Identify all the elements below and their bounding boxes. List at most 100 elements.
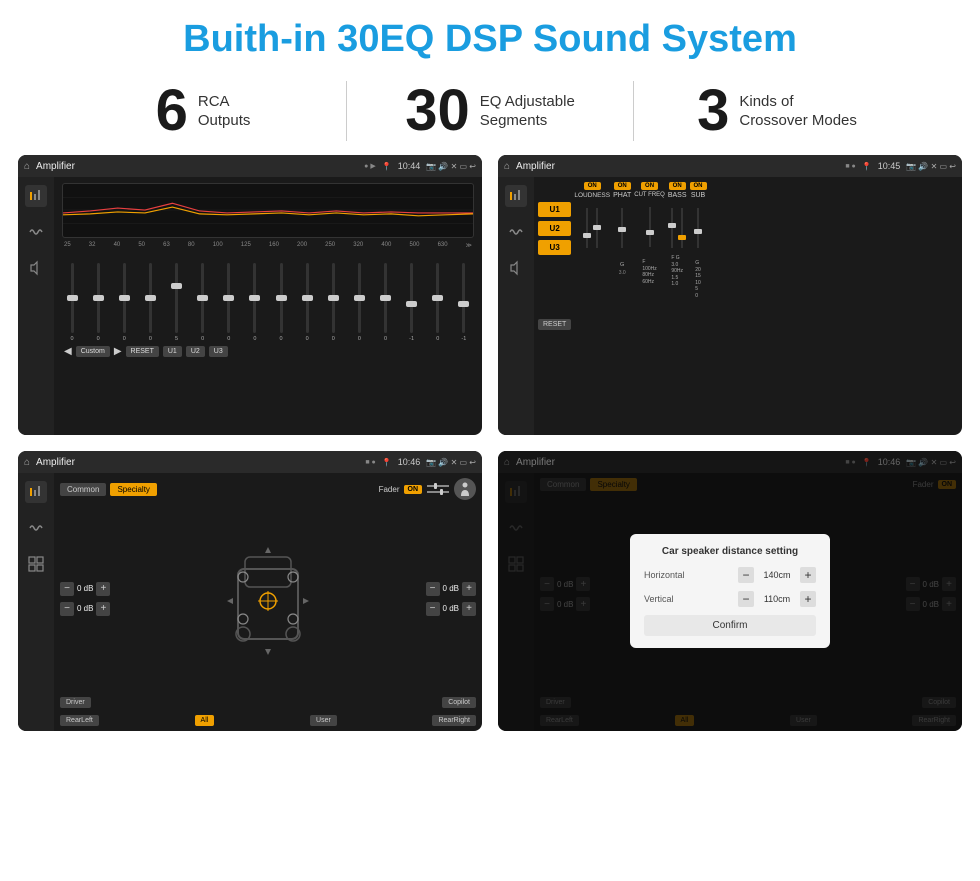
bass-label: BASS <box>668 192 687 199</box>
eq-play-icon[interactable]: ▶ <box>114 346 122 357</box>
loudness-label: LOUDNESS <box>574 192 610 199</box>
fader-sidebar-icon-active[interactable] <box>25 481 47 503</box>
amp-u2-btn[interactable]: U2 <box>538 221 571 236</box>
eq-slider-9[interactable]: 0 <box>273 263 289 342</box>
eq-sidebar-icon-speaker[interactable] <box>25 257 47 279</box>
fader-driver-btn[interactable]: Driver <box>60 697 91 708</box>
eq-slider-15[interactable]: 0 <box>430 263 446 342</box>
fader-rearright-btn[interactable]: RearRight <box>432 715 476 726</box>
fader-bottom-btns2: RearLeft All User RearRight <box>60 715 476 726</box>
fader-bar-icons: 📷 🔊 ✕ ▭ ↩ <box>426 458 476 467</box>
eq-slider-6[interactable]: 0 <box>195 263 211 342</box>
cutfreq-on-badge[interactable]: ON <box>641 182 658 190</box>
amp-sidebar-icon-wave[interactable] <box>505 221 527 243</box>
db-minus-fl[interactable]: − <box>60 582 74 596</box>
fader-time: 10:46 <box>398 457 421 467</box>
amp-screen-bar: ⌂ Amplifier ■ ● 📍 10:45 📷 🔊 ✕ ▭ ↩ <box>498 155 962 177</box>
eq-u1-btn[interactable]: U1 <box>163 346 182 357</box>
eq-graph <box>62 183 474 238</box>
eq-slider-5[interactable]: 5 <box>169 263 185 342</box>
fader-user-btn[interactable]: User <box>310 715 337 726</box>
stat-number-rca: 6 <box>156 82 188 140</box>
db-value-fl: 0 dB <box>77 584 93 593</box>
eq-sidebar-icon-active[interactable] <box>25 185 47 207</box>
eq-slider-13[interactable]: 0 <box>378 263 394 342</box>
car-diagram <box>116 504 419 693</box>
db-plus-rl[interactable]: + <box>96 602 110 616</box>
eq-u2-btn[interactable]: U2 <box>186 346 205 357</box>
fader-on-badge[interactable]: ON <box>404 485 423 494</box>
fader-sidebar-icon-wave[interactable] <box>25 517 47 539</box>
amp-sidebar <box>498 177 534 435</box>
db-plus-fl[interactable]: + <box>96 582 110 596</box>
horizontal-stepper: − 140cm + <box>738 567 816 583</box>
db-control-fr: − 0 dB + <box>426 582 476 596</box>
db-minus-rr[interactable]: − <box>426 602 440 616</box>
eq-reset-btn[interactable]: RESET <box>126 346 159 357</box>
sub-on-badge[interactable]: ON <box>690 182 707 190</box>
stat-rca: 6 RCAOutputs <box>60 82 346 140</box>
amp-sidebar-icon-vol[interactable] <box>505 257 527 279</box>
amp-sidebar-icon-active[interactable] <box>505 185 527 207</box>
db-control-fl: − 0 dB + <box>60 582 110 596</box>
fader-specialty-tab[interactable]: Specialty <box>110 483 156 496</box>
eq-slider-1[interactable]: 0 <box>64 263 80 342</box>
horizontal-label: Horizontal <box>644 570 704 580</box>
amp-u3-btn[interactable]: U3 <box>538 240 571 255</box>
eq-slider-2[interactable]: 0 <box>90 263 106 342</box>
fader-screen-title: Amplifier <box>36 457 359 468</box>
bass-on-badge[interactable]: ON <box>669 182 686 190</box>
home-icon: ⌂ <box>24 161 30 172</box>
stats-row: 6 RCAOutputs 30 EQ AdjustableSegments 3 … <box>0 71 980 155</box>
eq-slider-11[interactable]: 0 <box>325 263 341 342</box>
db-plus-fr[interactable]: + <box>462 582 476 596</box>
stat-crossover: 3 Kinds ofCrossover Modes <box>634 82 920 140</box>
loudness-on-badge[interactable]: ON <box>584 182 601 190</box>
fader-person-icon <box>454 478 476 500</box>
fader-copilot-btn[interactable]: Copilot <box>442 697 476 708</box>
fader-label: Fader <box>379 485 400 494</box>
vertical-minus-btn[interactable]: − <box>738 591 754 607</box>
db-minus-fr[interactable]: − <box>426 582 440 596</box>
vertical-plus-btn[interactable]: + <box>800 591 816 607</box>
amp-reset-btn[interactable]: RESET <box>538 319 571 330</box>
eq-sidebar-icon-wave[interactable] <box>25 221 47 243</box>
stat-text-rca: RCAOutputs <box>198 92 251 131</box>
fader-all-btn[interactable]: All <box>195 715 215 726</box>
horizontal-plus-btn[interactable]: + <box>800 567 816 583</box>
fader-rearleft-btn[interactable]: RearLeft <box>60 715 99 726</box>
eq-prev-icon[interactable]: ◀ <box>64 346 72 357</box>
eq-slider-12[interactable]: 0 <box>351 263 367 342</box>
db-plus-rr[interactable]: + <box>462 602 476 616</box>
amp-col-sub: ON SUB G20151050 <box>690 182 707 430</box>
eq-bottom-bar: ◀ Custom ▶ RESET U1 U2 U3 <box>62 342 474 359</box>
horizontal-minus-btn[interactable]: − <box>738 567 754 583</box>
confirm-button[interactable]: Confirm <box>644 615 816 636</box>
eq-slider-8[interactable]: 0 <box>247 263 263 342</box>
eq-sidebar <box>18 177 54 435</box>
eq-dot-icons: ● ▶ <box>364 162 376 170</box>
eq-slider-16[interactable]: -1 <box>456 263 472 342</box>
fader-sidebar-icon-expand[interactable] <box>25 553 47 575</box>
eq-screen: ⌂ Amplifier ● ▶ 📍 10:44 📷 🔊 ✕ ▭ ↩ <box>18 155 482 435</box>
fader-left-db: − 0 dB + − 0 dB + <box>60 504 110 693</box>
freq-labels: 25 32 40 50 63 80 100 125 160 200 250 32… <box>62 242 474 249</box>
eq-u3-btn[interactable]: U3 <box>209 346 228 357</box>
phat-on-badge[interactable]: ON <box>614 182 631 190</box>
amp-u1-btn[interactable]: U1 <box>538 202 571 217</box>
dialog-overlay: Car speaker distance setting Horizontal … <box>498 451 962 731</box>
stat-text-eq: EQ AdjustableSegments <box>480 92 575 131</box>
eq-slider-7[interactable]: 0 <box>221 263 237 342</box>
db-control-rl: − 0 dB + <box>60 602 110 616</box>
eq-slider-14[interactable]: -1 <box>404 263 420 342</box>
eq-location-icon: 📍 <box>382 162 392 171</box>
amp-home-icon: ⌂ <box>504 161 510 172</box>
fader-common-tab[interactable]: Common <box>60 483 106 496</box>
fader-sidebar <box>18 473 54 731</box>
db-minus-rl[interactable]: − <box>60 602 74 616</box>
eq-slider-3[interactable]: 0 <box>116 263 132 342</box>
screens-grid: ⌂ Amplifier ● ▶ 📍 10:44 📷 🔊 ✕ ▭ ↩ <box>0 155 980 731</box>
eq-slider-4[interactable]: 0 <box>142 263 158 342</box>
eq-custom-btn[interactable]: Custom <box>76 346 110 357</box>
eq-slider-10[interactable]: 0 <box>299 263 315 342</box>
